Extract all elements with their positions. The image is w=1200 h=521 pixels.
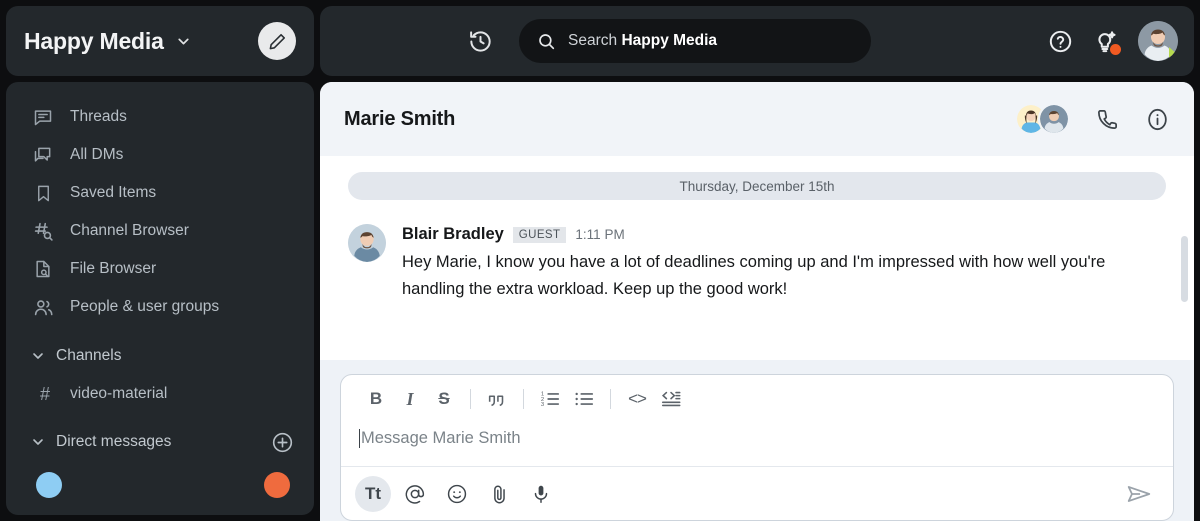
conversation-actions [1015, 103, 1170, 135]
message-input-placeholder: Message Marie Smith [361, 429, 521, 447]
threads-icon [32, 106, 54, 128]
message-meta: Blair Bradley GUEST 1:11 PM [402, 225, 1166, 244]
toolbar-divider [470, 389, 471, 409]
page-title: Marie Smith [344, 107, 456, 130]
chevron-down-icon[interactable] [30, 348, 46, 364]
sidebar-item-label: File Browser [70, 260, 157, 277]
channels-section-header[interactable]: Channels [6, 336, 314, 376]
app-window: Happy Media Threads All DMs Saved Items … [0, 0, 1200, 521]
notification-dot [1110, 43, 1121, 55]
people-icon [32, 296, 54, 318]
blockquote-button[interactable] [480, 382, 514, 416]
avatar[interactable] [1138, 21, 1178, 61]
workspace-name: Happy Media [24, 27, 164, 54]
formatting-toolbar: B I S 123 <> [341, 375, 1173, 423]
workspace-header[interactable]: Happy Media [6, 6, 314, 76]
sidebar-item-channel-browser[interactable]: Channel Browser [6, 212, 314, 250]
search-placeholder: Search Happy Media [568, 32, 717, 50]
strikethrough-button[interactable]: S [427, 382, 461, 416]
search-scope: Happy Media [621, 32, 718, 49]
compose-button[interactable] [258, 22, 296, 60]
toolbar-divider [610, 389, 611, 409]
channel-label: video-material [70, 385, 168, 402]
info-circle-icon[interactable] [1145, 107, 1170, 132]
message-item: Blair Bradley GUEST 1:11 PM Hey Marie, I… [348, 224, 1166, 302]
conversation-panel: Marie Smith Thursday, December 15th Blai… [320, 82, 1194, 521]
conversation-header: Marie Smith [320, 82, 1194, 156]
dm-section-label: Direct messages [56, 433, 172, 450]
history-icon[interactable] [468, 29, 493, 54]
dm-section-header[interactable]: Direct messages [6, 422, 314, 462]
sidebar-item-label: Threads [70, 108, 127, 125]
sidebar-item-people-user-groups[interactable]: People & user groups [6, 288, 314, 326]
ordered-list-button[interactable]: 123 [533, 382, 567, 416]
sidebar-item-threads[interactable]: Threads [6, 98, 314, 136]
composer-area: B I S 123 <> Message Marie Smith Tt [320, 360, 1194, 521]
message-timestamp: 1:11 PM [575, 227, 625, 242]
top-bar: Search Happy Media [320, 6, 1194, 76]
italic-button[interactable]: I [393, 382, 427, 416]
attachment-button[interactable] [481, 476, 517, 512]
all-dms-icon [32, 144, 54, 166]
status-badge: GUEST [512, 226, 567, 243]
text-cursor [359, 429, 360, 448]
sidebar-item-label: Channel Browser [70, 222, 189, 239]
sidebar-item-saved-items[interactable]: Saved Items [6, 174, 314, 212]
message-author[interactable]: Blair Bradley [402, 225, 504, 244]
left-column: Happy Media Threads All DMs Saved Items … [0, 0, 320, 521]
help-circle-icon[interactable] [1048, 29, 1073, 54]
dm-avatar[interactable] [264, 472, 290, 498]
avatar [1038, 103, 1070, 135]
scrollbar-thumb[interactable] [1181, 236, 1188, 302]
sidebar-item-all-dms[interactable]: All DMs [6, 136, 314, 174]
hash-icon: # [39, 383, 50, 404]
scrollbar[interactable] [1181, 156, 1188, 360]
toolbar-divider [523, 389, 524, 409]
phone-icon[interactable] [1096, 108, 1119, 131]
audio-button[interactable] [523, 476, 559, 512]
composer-tools: Tt [341, 466, 1173, 520]
sidebar-item-label: All DMs [70, 146, 124, 163]
file-browser-icon [32, 258, 54, 280]
mention-button[interactable] [397, 476, 433, 512]
code-button[interactable]: <> [620, 382, 654, 416]
search-icon [537, 32, 556, 51]
sidebar-item-label: People & user groups [70, 298, 220, 315]
svg-text:3: 3 [541, 402, 544, 408]
message-input[interactable]: Message Marie Smith [341, 423, 1173, 466]
message-composer: B I S 123 <> Message Marie Smith Tt [340, 374, 1174, 521]
code-block-button[interactable] [654, 382, 688, 416]
search-prefix: Search [568, 32, 618, 49]
formatting-toggle-button[interactable]: Tt [355, 475, 391, 512]
bookmark-icon [32, 182, 54, 204]
sidebar-item-label: Saved Items [70, 184, 157, 201]
sidebar-item-file-browser[interactable]: File Browser [6, 250, 314, 288]
search-input[interactable]: Search Happy Media [519, 19, 871, 63]
bold-button[interactable]: B [359, 382, 393, 416]
right-column: Search Happy Media Marie Smith Thursday,… [320, 0, 1200, 521]
sidebar: Threads All DMs Saved Items Channel Brow… [6, 82, 314, 515]
bulleted-list-button[interactable] [567, 382, 601, 416]
chevron-down-icon[interactable] [30, 434, 46, 450]
plus-circle-icon[interactable] [271, 431, 294, 454]
member-avatars[interactable] [1015, 103, 1070, 135]
dm-avatar[interactable] [36, 472, 62, 498]
message-body: Blair Bradley GUEST 1:11 PM Hey Marie, I… [402, 224, 1166, 302]
sidebar-channel-video-material[interactable]: # video-material [6, 376, 314, 412]
emoji-button[interactable] [439, 476, 475, 512]
message-text: Hey Marie, I know you have a lot of dead… [402, 253, 1106, 298]
top-bar-actions [1048, 21, 1194, 61]
lightbulb-sparkle-icon[interactable] [1093, 29, 1121, 55]
message-list: Thursday, December 15th Blair Bradley GU… [320, 156, 1194, 360]
chevron-down-icon[interactable] [175, 33, 192, 50]
dm-list-partial [6, 462, 314, 498]
send-button[interactable] [1119, 476, 1159, 512]
channel-browser-icon [32, 220, 54, 242]
date-divider: Thursday, December 15th [348, 172, 1166, 200]
channels-section-label: Channels [56, 347, 122, 364]
avatar[interactable] [348, 224, 386, 262]
